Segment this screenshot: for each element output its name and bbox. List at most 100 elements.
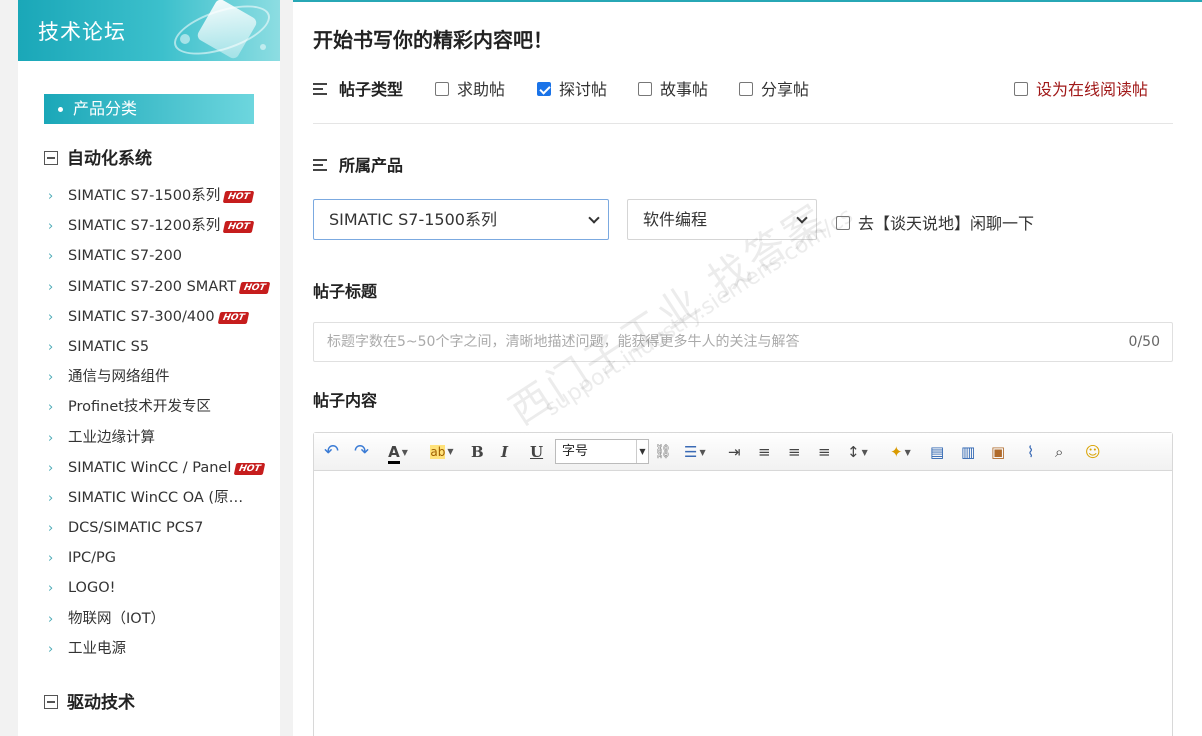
group-automation-systems[interactable]: 自动化系统 <box>44 144 152 169</box>
hot-badge: HOT <box>217 311 250 324</box>
indent-icon[interactable]: ⇥ <box>728 441 741 463</box>
font-size-select[interactable]: 字号 ▼ <box>555 439 649 464</box>
checkbox[interactable] <box>1014 82 1028 96</box>
option-label: 探讨帖 <box>559 80 608 99</box>
post-type-discussion-option[interactable]: 探讨帖 <box>537 76 607 100</box>
align-justify-icon[interactable]: ≡ <box>818 441 831 463</box>
sidebar-item[interactable]: › 通信与网络组件 <box>48 362 280 392</box>
product-list: › SIMATIC S7-1500系列 HOT › SIMATIC S7-1200系列… <box>48 181 280 664</box>
insert-block-icon[interactable]: ▥ <box>961 441 975 463</box>
sidebar-item[interactable]: › LOGO! <box>48 573 280 603</box>
chevron-right-icon: › <box>48 219 54 235</box>
chevron-down-icon <box>796 212 808 224</box>
sidebar-item[interactable]: › SIMATIC S5 <box>48 332 280 362</box>
editor-toolbar: ↶ ↷ A ▼ ab ▼ B I U 字号 ▼ ⛓ ☰ ▼ ⇥ ≡ ≡ ≡ ↕ ▼ ✦ ▼… <box>314 433 1172 471</box>
product-category-tab[interactable]: 产品分类 <box>44 94 254 124</box>
post-editor-panel: 开始书写你的精彩内容吧！ 帖子类型 求助帖 探讨帖 故事帖 分享帖 设为在线阅读… <box>293 0 1202 736</box>
sidebar-item[interactable]: › SIMATIC S7-200 <box>48 241 280 271</box>
editor-content-area[interactable] <box>314 471 1172 736</box>
post-title-input[interactable]: 标题字数在5~50个字之间，清晰地描述问题，能获得更多牛人的关注与解答 0/50 <box>313 322 1173 362</box>
checkbox[interactable] <box>638 82 652 96</box>
product-series-select[interactable]: SIMATIC S7-1500系列 <box>313 199 609 240</box>
option-label: 求助帖 <box>457 80 506 99</box>
hot-badge: HOT <box>234 462 266 475</box>
post-type-story-option[interactable]: 故事帖 <box>638 76 708 100</box>
search-replace-icon[interactable]: ⌕ <box>1055 441 1063 463</box>
bold-icon[interactable]: B <box>471 441 484 463</box>
chevron-right-icon: › <box>48 521 54 537</box>
hot-badge: HOT <box>222 191 255 203</box>
post-type-help-option[interactable]: 求助帖 <box>435 76 505 100</box>
chevron-right-icon: › <box>48 641 54 657</box>
product-subcategory-select[interactable]: 软件编程 <box>627 199 817 240</box>
checkbox[interactable] <box>836 216 850 230</box>
magic-wand-icon[interactable]: ✦ ▼ <box>890 441 911 463</box>
list-icon[interactable]: ☰ ▼ <box>684 441 706 463</box>
page-title: 开始书写你的精彩内容吧！ <box>313 28 553 52</box>
header-dot-decoration <box>260 44 266 50</box>
undo-icon[interactable]: ↶ <box>324 441 339 463</box>
sidebar-item-label: SIMATIC S7-1200系列 <box>68 218 221 235</box>
sidebar-item-label: LOGO! <box>68 580 116 597</box>
redo-icon[interactable]: ↷ <box>354 441 369 463</box>
collapse-icon[interactable] <box>44 695 58 709</box>
chat-option[interactable]: 去【谈天说地】闲聊一下 <box>836 210 1034 234</box>
hot-badge: HOT <box>238 281 271 294</box>
checkbox-checked[interactable] <box>537 82 551 96</box>
chevron-right-icon: › <box>48 551 54 567</box>
group-drive-technology[interactable]: 驱动技术 <box>44 688 135 713</box>
italic-icon[interactable]: I <box>501 441 508 463</box>
collapse-icon[interactable] <box>44 151 58 165</box>
online-read-option[interactable]: 设为在线阅读帖 <box>1014 76 1148 100</box>
sidebar-item[interactable]: › SIMATIC S7-1200系列 HOT <box>48 211 280 241</box>
checkbox[interactable] <box>435 82 449 96</box>
emoji-icon[interactable]: ☺ <box>1085 441 1101 463</box>
sidebar-item[interactable]: › DCS/SIMATIC PCS7 <box>48 513 280 543</box>
sidebar-item-label: SIMATIC S7-1500系列 <box>68 188 221 204</box>
sidebar-item-label: SIMATIC WinCC OA (原… <box>68 489 244 506</box>
align-left-icon[interactable]: ≡ <box>758 441 771 463</box>
sidebar-item[interactable]: › SIMATIC S7-1500系列 HOT <box>48 181 280 211</box>
highlight-icon[interactable]: ab ▼ <box>425 441 459 463</box>
sidebar-item[interactable]: › 工业电源 <box>48 634 280 664</box>
sidebar-item-label: 物联网（IOT） <box>68 610 166 627</box>
font-color-icon[interactable]: A ▼ <box>381 441 415 464</box>
sidebar-item[interactable]: › IPC/PG <box>48 543 280 573</box>
sidebar-item[interactable]: › SIMATIC WinCC / Panel HOT <box>48 453 280 483</box>
sidebar-item[interactable]: › SIMATIC WinCC OA (原… <box>48 483 280 513</box>
forum-title: 技术论坛 <box>38 20 126 44</box>
chevron-right-icon: › <box>48 370 54 386</box>
line-height-icon[interactable]: ↕ ▼ <box>847 441 868 463</box>
sidebar-item[interactable]: › Profinet技术开发专区 <box>48 392 280 422</box>
chevron-right-icon: › <box>48 400 54 416</box>
align-right-icon[interactable]: ≡ <box>788 441 801 463</box>
underline-icon[interactable]: U <box>530 441 543 463</box>
sidebar-item[interactable]: › 工业边缘计算 <box>48 423 280 453</box>
font-size-value: 字号 <box>562 444 589 459</box>
sidebar-item-label: IPC/PG <box>68 550 117 567</box>
char-counter: 0/50 <box>1128 334 1160 350</box>
sidebar-item[interactable]: › SIMATIC S7-300/400 HOT <box>48 302 280 332</box>
group-title-label: 自动化系统 <box>67 149 152 169</box>
chevron-down-icon <box>588 212 600 224</box>
sidebar-item[interactable]: › 物联网（IOT） <box>48 604 280 634</box>
hot-badge: HOT <box>222 221 255 234</box>
chevron-right-icon: › <box>48 279 54 295</box>
sidebar-item-label: SIMATIC S7-300/400 <box>68 308 215 325</box>
insert-table-icon[interactable]: ▤ <box>930 441 944 463</box>
menu-lines-icon <box>313 83 327 95</box>
option-label: 去【谈天说地】闲聊一下 <box>858 214 1035 233</box>
header-dot-decoration <box>180 34 190 44</box>
sidebar-item[interactable]: › SIMATIC S7-200 SMART HOT <box>48 272 280 302</box>
post-type-share-option[interactable]: 分享帖 <box>739 76 809 100</box>
link-icon[interactable]: ⛓ <box>654 441 672 463</box>
sidebar-header: 技术论坛 <box>18 0 280 61</box>
chevron-right-icon: › <box>48 611 54 627</box>
image-icon[interactable]: ▣ <box>991 441 1005 463</box>
chevron-right-icon: › <box>48 249 54 265</box>
checkbox[interactable] <box>739 82 753 96</box>
group-title-label: 驱动技术 <box>67 693 135 713</box>
rich-text-editor[interactable]: ↶ ↷ A ▼ ab ▼ B I U 字号 ▼ ⛓ ☰ ▼ ⇥ ≡ ≡ ≡ ↕ ▼ ✦ ▼… <box>313 432 1173 736</box>
chevron-right-icon: › <box>48 490 54 506</box>
attachment-icon[interactable]: ⌇ <box>1027 441 1034 463</box>
